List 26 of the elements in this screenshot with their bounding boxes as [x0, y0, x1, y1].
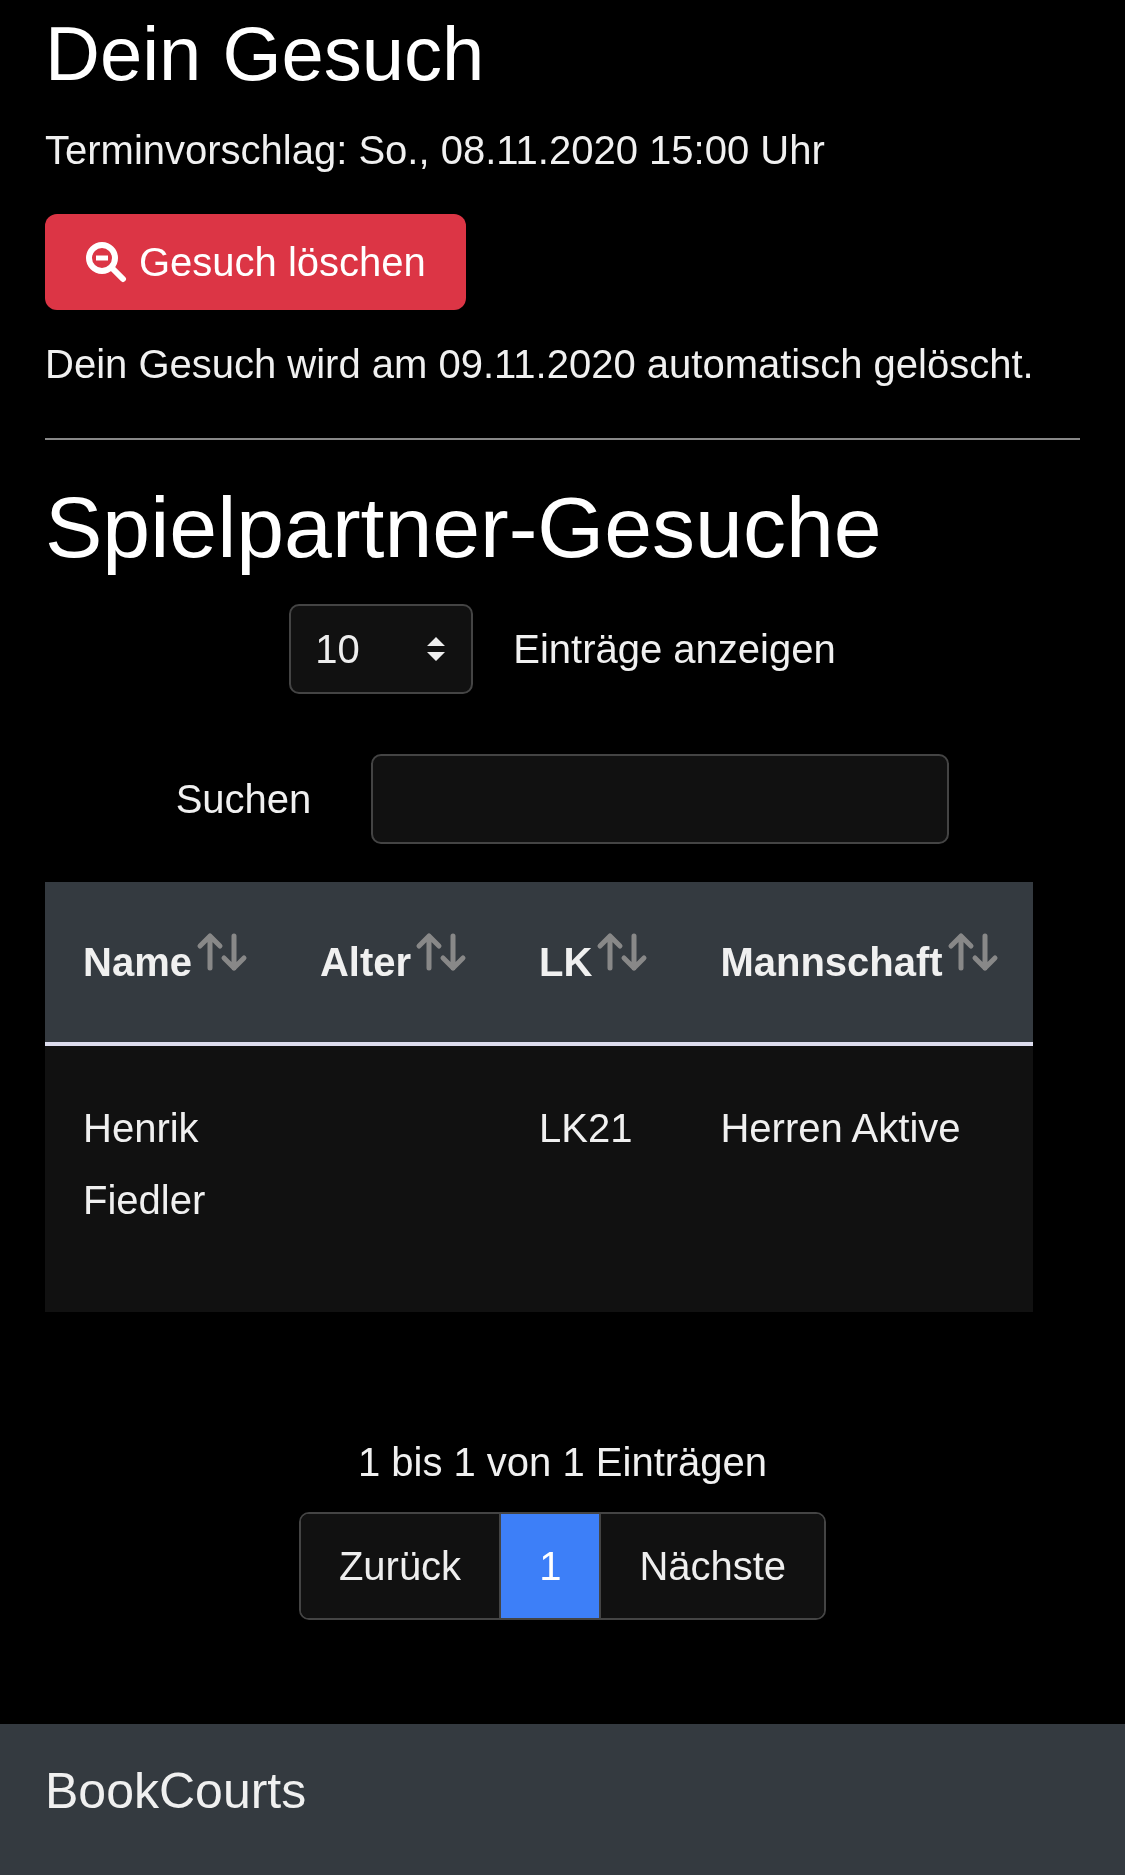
search-label: Suchen: [175, 776, 312, 824]
sort-icon[interactable]: [415, 932, 468, 973]
appointment-text: Terminvorschlag: So., 08.11.2020 15:00 Uhr: [45, 126, 826, 174]
sort-icon[interactable]: [946, 932, 999, 973]
zoom-out-icon: [85, 240, 127, 283]
notice-text: Dein Gesuch wird am 09.11.2020 automatisch gelöscht.: [45, 340, 1035, 388]
column-header[interactable]: Alter: [319, 940, 412, 985]
table-cell: LK21: [539, 1106, 633, 1151]
next-button[interactable]: Nächste: [601, 1514, 825, 1619]
page-button[interactable]: 1: [499, 1514, 602, 1619]
table-cell: Herren Aktive: [720, 1106, 961, 1151]
sort-icon[interactable]: [596, 932, 649, 973]
table-cell: Henrik Fiedler: [83, 1106, 206, 1223]
column-header[interactable]: LK: [539, 940, 593, 985]
section-title: Spielpartner-Gesuche: [45, 479, 883, 575]
entries-select[interactable]: 10: [289, 604, 474, 695]
column-header[interactable]: Name: [83, 940, 192, 985]
entries-label: Einträge anzeigen: [513, 626, 836, 674]
delete-button[interactable]: Gesuch löschen: [45, 213, 466, 310]
previous-button[interactable]: Zurück: [300, 1514, 500, 1619]
sort-icon[interactable]: [195, 932, 248, 973]
footer-brand[interactable]: BookCourts: [45, 1763, 307, 1820]
column-header[interactable]: Mannschaft: [720, 940, 943, 985]
search-field[interactable]: [371, 754, 950, 845]
page-title: Dein Gesuch: [45, 12, 486, 96]
table-info: 1 bis 1 von 1 Einträgen: [357, 1439, 768, 1487]
